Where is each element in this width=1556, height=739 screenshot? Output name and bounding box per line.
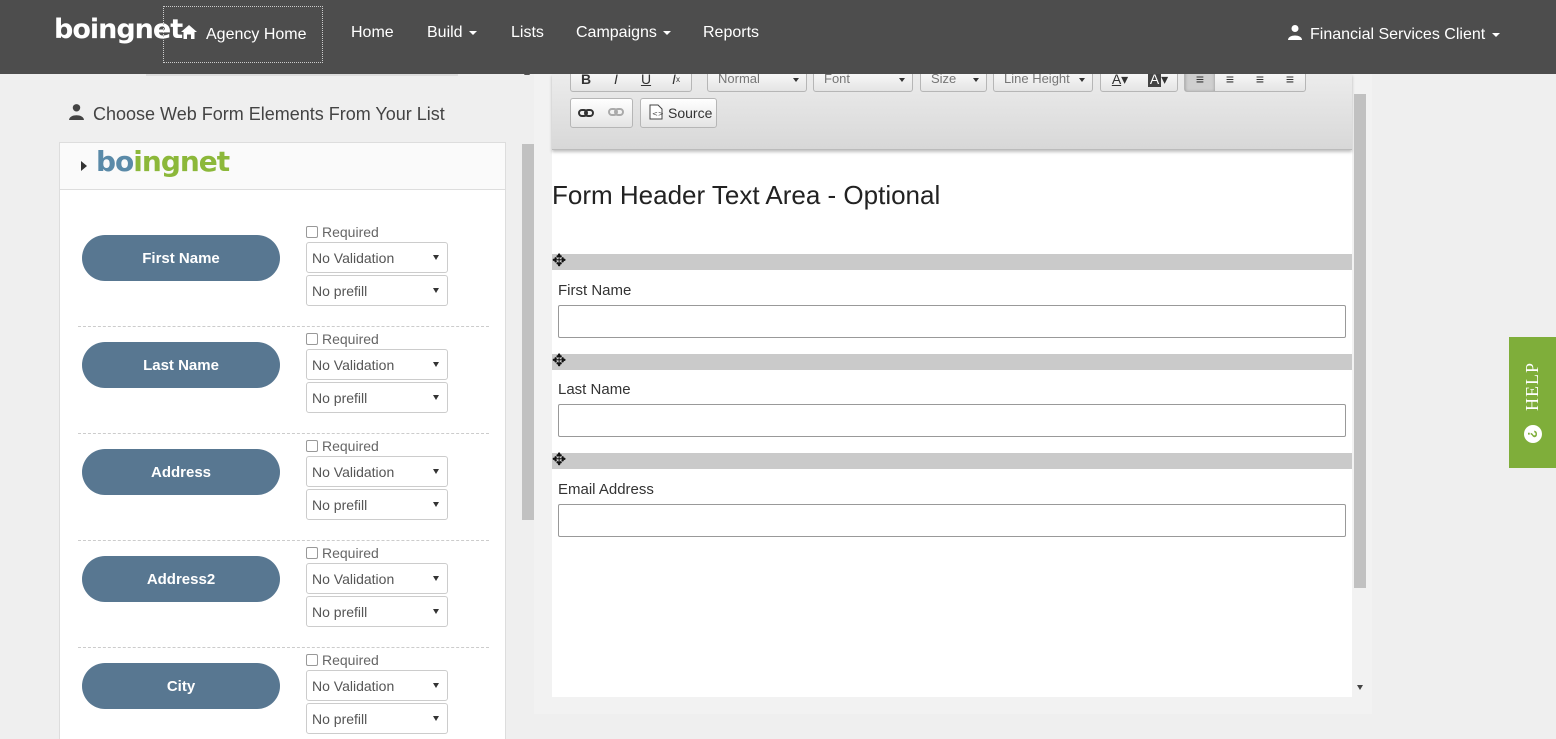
form-elements-panel: boingnet First Name Required No Validati…	[59, 142, 506, 739]
user-name: Financial Services Client	[1310, 25, 1486, 43]
nav-reports-label: Reports	[703, 24, 760, 41]
agency-home-button[interactable]: Agency Home	[163, 6, 323, 63]
last-name-input[interactable]	[558, 404, 1346, 437]
help-tab[interactable]: HELP ?	[1509, 337, 1556, 468]
required-label: Required	[322, 652, 379, 668]
divider	[146, 74, 458, 76]
required-label: Required	[322, 331, 379, 347]
nav-campaigns[interactable]: Campaigns	[576, 24, 671, 42]
validation-select[interactable]: No Validation	[306, 242, 448, 273]
prefill-select[interactable]: No prefill	[306, 596, 448, 627]
checkbox-icon[interactable]	[306, 333, 318, 345]
form-element-row: Address Required No Validation No prefil…	[78, 434, 489, 541]
required-label: Required	[322, 224, 379, 240]
validation-select[interactable]: No Validation	[306, 456, 448, 487]
question-icon: ?	[1523, 425, 1542, 443]
checkbox-icon[interactable]	[306, 654, 318, 666]
form-element-row: Address2 Required No Validation No prefi…	[78, 541, 489, 648]
form-element-button[interactable]: First Name	[82, 235, 280, 281]
move-icon[interactable]: ✥	[552, 451, 570, 469]
checkbox-icon[interactable]	[306, 440, 318, 452]
nav-build-label: Build	[427, 24, 463, 41]
left-panel-heading: Choose Web Form Elements From Your List	[68, 103, 445, 125]
caret-down-icon	[662, 31, 671, 35]
form-element-button[interactable]: Address2	[82, 556, 280, 602]
list-accordion-header[interactable]: boingnet	[60, 143, 505, 190]
help-label: HELP	[1522, 362, 1542, 411]
form-element-row: First Name Required No Validation No pre…	[78, 220, 489, 327]
field-label: Last Name	[558, 381, 631, 398]
validation-select[interactable]: No Validation	[306, 349, 448, 380]
field-drag-bar[interactable]: ✥	[552, 252, 1352, 270]
form-element-button[interactable]: City	[82, 663, 280, 709]
agency-home-label: Agency Home	[206, 25, 307, 43]
form-element-row: Last Name Required No Validation No pref…	[78, 327, 489, 434]
field-drag-bar[interactable]: ✥	[552, 352, 1352, 370]
required-checkbox[interactable]: Required	[306, 438, 379, 454]
checkbox-icon[interactable]	[306, 547, 318, 559]
required-label: Required	[322, 545, 379, 561]
caret-right-icon	[81, 161, 87, 171]
form-editor: B I U Ix Normal Font Size Line Height A ▾…	[552, 66, 1352, 697]
source-button[interactable]: <> Source	[640, 98, 717, 128]
user-menu[interactable]: Financial Services Client	[1287, 24, 1501, 45]
caret-down-icon	[468, 31, 477, 35]
validation-select[interactable]: No Validation	[306, 670, 448, 701]
user-icon	[68, 103, 85, 125]
user-icon	[1287, 24, 1303, 45]
nav-lists-label: Lists	[511, 24, 544, 41]
field-label: First Name	[558, 282, 632, 299]
prefill-select[interactable]: No prefill	[306, 703, 448, 734]
home-icon	[180, 24, 198, 45]
source-icon: <>	[649, 104, 664, 123]
nav-home[interactable]: Home	[351, 24, 394, 42]
first-name-input[interactable]	[558, 305, 1346, 338]
unlink-icon[interactable]	[601, 101, 631, 125]
svg-text:<>: <>	[652, 110, 663, 118]
email-address-input[interactable]	[558, 504, 1346, 537]
move-icon[interactable]: ✥	[552, 352, 570, 370]
nav-home-label: Home	[351, 24, 394, 41]
required-checkbox[interactable]: Required	[306, 652, 379, 668]
prefill-select[interactable]: No prefill	[306, 489, 448, 520]
move-icon[interactable]: ✥	[552, 252, 570, 270]
nav-campaigns-label: Campaigns	[576, 24, 657, 41]
required-label: Required	[322, 438, 379, 454]
checkbox-icon[interactable]	[306, 226, 318, 238]
form-element-button[interactable]: Last Name	[82, 342, 280, 388]
source-label: Source	[668, 105, 713, 121]
form-header-title[interactable]: Form Header Text Area - Optional	[552, 180, 940, 211]
link-icon[interactable]	[571, 101, 601, 125]
form-element-button[interactable]: Address	[82, 449, 280, 495]
nav-reports[interactable]: Reports	[703, 24, 759, 42]
boingnet-list-logo: boingnet	[96, 145, 230, 178]
required-checkbox[interactable]: Required	[306, 545, 379, 561]
field-drag-bar[interactable]: ✥	[552, 451, 1352, 469]
nav-lists[interactable]: Lists	[511, 24, 544, 42]
editor-scrollbar-thumb[interactable]	[1354, 94, 1366, 588]
required-checkbox[interactable]: Required	[306, 331, 379, 347]
validation-select[interactable]: No Validation	[306, 563, 448, 594]
form-element-row: City Required No Validation No prefill	[78, 648, 489, 739]
required-checkbox[interactable]: Required	[306, 224, 379, 240]
nav-build[interactable]: Build	[427, 24, 477, 42]
top-navbar: boingnet Agency Home Home Build Lists Ca…	[0, 0, 1556, 74]
editor-toolbar: B I U Ix Normal Font Size Line Height A ▾…	[552, 66, 1352, 150]
prefill-select[interactable]: No prefill	[306, 382, 448, 413]
link-group	[570, 98, 633, 128]
scroll-down-icon[interactable]	[1357, 685, 1363, 690]
prefill-select[interactable]: No prefill	[306, 275, 448, 306]
field-label: Email Address	[558, 481, 654, 498]
caret-down-icon	[1492, 32, 1501, 37]
logo-part1: bo	[96, 145, 134, 178]
left-scrollbar-thumb[interactable]	[522, 144, 534, 520]
left-panel-heading-text: Choose Web Form Elements From Your List	[93, 103, 445, 124]
logo-part2: ingnet	[133, 145, 230, 178]
